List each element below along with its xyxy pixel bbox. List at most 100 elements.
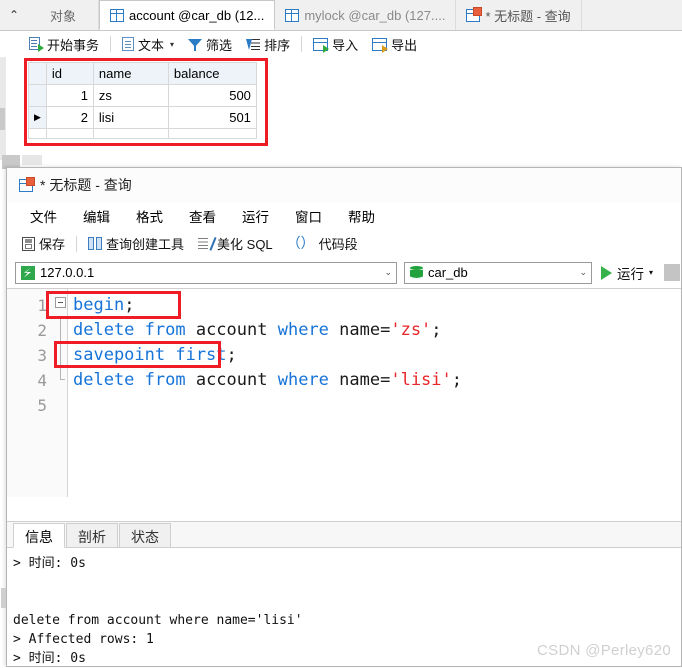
- code-line-1[interactable]: 1 begin;: [7, 293, 681, 318]
- menu-item-help[interactable]: 帮助: [335, 206, 388, 226]
- export-button[interactable]: 导出: [365, 32, 424, 56]
- column-header-name[interactable]: name: [92, 62, 169, 85]
- code-token-op: ;: [431, 320, 442, 340]
- menu-item-format[interactable]: 格式: [123, 206, 176, 226]
- host-select[interactable]: 127.0.0.1 ⌄: [15, 261, 397, 284]
- output-line-blank: [13, 592, 681, 611]
- chevron-down-icon[interactable]: ⌄: [575, 267, 587, 278]
- cell-id[interactable]: 1: [45, 84, 94, 107]
- menu-item-file[interactable]: 文件: [17, 206, 70, 226]
- run-button[interactable]: 运行 ▾: [599, 263, 653, 283]
- tab-mylock-label: mylock @car_db (127....: [304, 7, 446, 23]
- sort-icon: [246, 38, 261, 51]
- result-tab-status[interactable]: 状态: [119, 523, 171, 547]
- code-token-keyword: begin: [73, 295, 125, 315]
- chevron-down-icon[interactable]: ▾: [170, 40, 174, 49]
- sort-button[interactable]: 排序: [239, 32, 297, 56]
- begin-transaction-icon: [29, 37, 44, 52]
- table-row[interactable]: 1 zs 500: [28, 84, 257, 107]
- result-tab-info[interactable]: 信息: [13, 523, 65, 548]
- cell-id[interactable]: 2: [45, 106, 94, 129]
- code-token-identifier: account: [195, 320, 278, 340]
- beautify-sql-button[interactable]: 美化 SQL: [191, 232, 280, 256]
- play-icon: [601, 265, 612, 280]
- result-tab-profile-label: 剖析: [78, 529, 106, 545]
- toolbar-separator: [76, 235, 78, 252]
- menu-item-view[interactable]: 查看: [176, 206, 229, 226]
- chevron-down-icon[interactable]: ⌄: [380, 267, 392, 278]
- column-header-id[interactable]: id: [45, 62, 94, 85]
- code-token-keyword: where: [277, 320, 340, 340]
- collapse-chevron-icon[interactable]: ⌃: [0, 0, 28, 30]
- output-line: delete from account where name='lisi': [13, 613, 303, 628]
- fold-line: [53, 318, 73, 343]
- query-builder-button[interactable]: 查询创建工具: [81, 232, 191, 256]
- tab-objects[interactable]: 对象: [28, 0, 100, 30]
- stop-button[interactable]: [664, 264, 681, 281]
- code-line-4[interactable]: 4 delete from account where name ='lisi';: [7, 368, 681, 393]
- chevron-down-icon[interactable]: ▾: [649, 268, 653, 277]
- begin-transaction-button[interactable]: 开始事务: [22, 32, 106, 56]
- line-number: 5: [37, 396, 47, 415]
- screen: ⌃ 对象 account @car_db (12... mylock @car_…: [0, 0, 682, 667]
- code-token-op: =: [380, 320, 391, 340]
- code-token-keyword: where: [277, 370, 340, 390]
- code-line-3[interactable]: 3 savepoint first;: [7, 343, 681, 368]
- result-output[interactable]: > 时间: 0s delete from account where name=…: [1, 548, 681, 666]
- cell-balance[interactable]: 501: [167, 106, 257, 129]
- column-header-balance[interactable]: balance: [167, 62, 257, 85]
- main-window: ⌃ 对象 account @car_db (12... mylock @car_…: [0, 0, 682, 169]
- text-icon: [122, 37, 135, 51]
- fold-line: [53, 343, 73, 368]
- editor-code[interactable]: 1 begin; 2 delete from account where nam…: [7, 293, 681, 418]
- tab-mylock-table[interactable]: mylock @car_db (127....: [275, 0, 457, 30]
- output-line: > 时间: 0s: [13, 556, 86, 571]
- beautify-sql-icon: [198, 237, 213, 250]
- filter-button[interactable]: 筛选: [181, 32, 239, 56]
- code-line-5[interactable]: 5: [7, 393, 681, 418]
- table-row-blank: [28, 128, 257, 139]
- query-icon: [466, 6, 483, 22]
- menu-item-window[interactable]: 窗口: [282, 206, 335, 226]
- code-token-op: ;: [226, 345, 237, 365]
- menu-item-run[interactable]: 运行: [229, 206, 282, 226]
- fold-start-icon[interactable]: [53, 293, 73, 318]
- watermark: CSDN @Perley620: [537, 642, 671, 659]
- query-builder-label: 查询创建工具: [106, 237, 185, 252]
- code-token-keyword: delete from: [73, 370, 196, 390]
- toolbar-separator: [110, 36, 112, 52]
- database-select[interactable]: car_db ⌄: [404, 261, 592, 284]
- run-label: 运行: [617, 266, 644, 282]
- snippet-icon: （）: [286, 235, 315, 251]
- text-view-button[interactable]: 文本 ▾: [115, 32, 181, 56]
- table-row[interactable]: ▶ 2 lisi 501: [28, 106, 257, 129]
- line-number: 1: [37, 296, 47, 315]
- cell-name[interactable]: zs: [92, 84, 169, 107]
- save-label: 保存: [39, 237, 66, 252]
- code-line-2[interactable]: 2 delete from account where name ='zs';: [7, 318, 681, 343]
- query-window-icon: [19, 176, 35, 192]
- import-button[interactable]: 导入: [306, 32, 365, 56]
- code-token-keyword: delete from: [73, 320, 196, 340]
- cell-name[interactable]: lisi: [92, 106, 169, 129]
- snippet-button[interactable]: （） 代码段: [280, 232, 365, 256]
- tab-untitled-query-label: * 无标题 - 查询: [485, 8, 571, 24]
- code-token-keyword: savepoint first: [73, 345, 227, 365]
- filter-icon: [188, 38, 203, 51]
- sql-editor[interactable]: 1 begin; 2 delete from account where nam…: [7, 288, 681, 497]
- row-marker-current[interactable]: ▶: [28, 106, 47, 129]
- result-tab-profile[interactable]: 剖析: [66, 523, 118, 547]
- cell-balance[interactable]: 500: [167, 84, 257, 107]
- desktop-left-chip: [0, 108, 5, 130]
- database-value: car_db: [428, 265, 468, 280]
- save-button[interactable]: 保存: [15, 232, 72, 256]
- line-number: 3: [37, 346, 47, 365]
- output-line-blank: [13, 573, 681, 592]
- row-marker[interactable]: [28, 84, 47, 107]
- tab-account-table[interactable]: account @car_db (12...: [99, 0, 276, 30]
- menu-item-edit[interactable]: 编辑: [70, 206, 123, 226]
- code-token-op: =: [380, 370, 391, 390]
- tab-untitled-query[interactable]: * 无标题 - 查询: [456, 0, 582, 30]
- account-data-grid[interactable]: id name balance 1 zs 500 ▶ 2 lisi 501: [28, 62, 257, 139]
- import-label: 导入: [332, 37, 359, 53]
